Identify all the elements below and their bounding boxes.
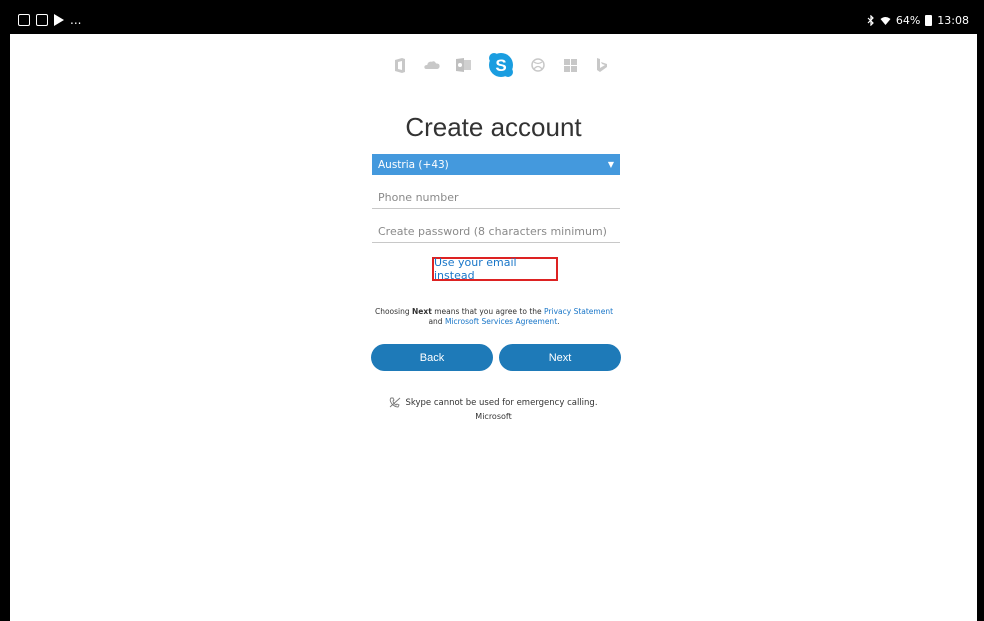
clock: 13:08 (937, 14, 969, 27)
battery-icon (925, 15, 933, 26)
battery-percent: 64% (895, 14, 921, 27)
clipboard-icon (36, 14, 48, 26)
terms-and: and (428, 317, 445, 326)
office-icon (392, 57, 408, 73)
terms-prefix: Choosing (374, 307, 413, 316)
services-agreement-link[interactable]: Microsoft Services Agreement (445, 317, 557, 326)
microsoft-app-icons: S (392, 52, 610, 78)
bluetooth-icon (867, 15, 874, 26)
status-left: ... (18, 13, 81, 27)
svg-text:S: S (495, 56, 506, 75)
country-select-value: Austria (+43) (378, 158, 449, 171)
terms-middle: means that you agree to the (431, 307, 545, 316)
terms-text: Choosing Next means that you agree to th… (362, 307, 626, 327)
page-title: Create account (405, 112, 582, 142)
chevron-down-icon: ▼ (607, 160, 614, 169)
next-button[interactable]: Next (499, 344, 621, 371)
skype-icon: S (488, 52, 514, 78)
more-notifications: ... (70, 13, 82, 27)
phone-number-input[interactable] (372, 187, 620, 209)
status-right: 64% 13:08 (867, 14, 969, 27)
emergency-notice-text: Skype cannot be used for emergency calli… (405, 397, 598, 408)
emergency-notice: Skype cannot be used for emergency calli… (10, 397, 977, 408)
password-input[interactable] (372, 221, 620, 243)
xbox-icon (530, 57, 546, 73)
country-select[interactable]: Austria (+43) ▼ (372, 154, 620, 175)
bing-icon (594, 57, 610, 73)
windows-icon (562, 57, 578, 73)
status-bar: ... 64% 13:08 (10, 8, 977, 34)
use-email-link[interactable]: Use your email instead (432, 256, 558, 282)
gallery-icon (18, 14, 30, 26)
privacy-statement-link[interactable]: Privacy Statement (544, 307, 613, 316)
terms-bold-next: Next (412, 307, 432, 316)
wifi-icon (880, 16, 891, 25)
onedrive-icon (424, 57, 440, 73)
play-store-icon (54, 14, 64, 26)
brand-label: Microsoft (475, 412, 512, 421)
terms-suffix: . (557, 317, 560, 326)
outlook-icon (456, 57, 472, 73)
back-button[interactable]: Back (371, 344, 493, 371)
no-emergency-call-icon (390, 397, 401, 408)
screen: ... 64% 13:08 S Create account Austria (… (10, 8, 977, 621)
